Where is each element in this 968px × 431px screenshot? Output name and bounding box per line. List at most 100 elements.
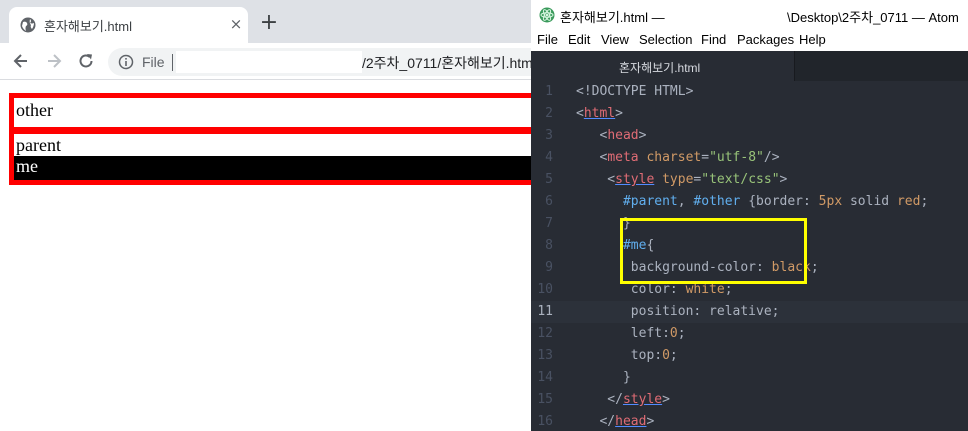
code-token: > — [662, 392, 670, 407]
browser-tab[interactable]: 혼자해보기.html × — [9, 7, 248, 43]
menu-selection[interactable]: Selection — [639, 32, 692, 47]
atom-title-bar: 혼자해보기.html — \Desktop\2주차_0711 — Atom — [531, 0, 968, 30]
tab-title: 혼자해보기.html — [44, 19, 132, 34]
line-number: 16 — [537, 414, 553, 429]
menu-help[interactable]: Help — [799, 32, 826, 47]
menu-file[interactable]: File — [537, 32, 558, 47]
page-viewport: other parent me — [0, 80, 531, 431]
code-text: <!DOCTYPE HTML> — [576, 81, 693, 103]
code-token: top: — [576, 348, 663, 363]
code-token: /> — [763, 150, 780, 165]
line-number: 8 — [545, 238, 553, 253]
code-line[interactable]: 3 <head> — [531, 125, 968, 147]
code-token: ; — [669, 348, 678, 363]
parent-text: parent — [16, 135, 61, 155]
code-token: 5px — [818, 194, 843, 209]
code-line[interactable]: 14 } — [531, 367, 968, 389]
tab-strip: 혼자해보기.html × + — [0, 0, 531, 43]
code-token: "text/css" — [701, 172, 780, 187]
code-token: style — [615, 172, 655, 187]
atom-title-file: 혼자해보기.html — — [560, 10, 665, 25]
reload-icon[interactable] — [76, 51, 96, 71]
other-text: other — [16, 100, 53, 120]
code-line[interactable]: 11 position: relative; — [531, 301, 968, 323]
code-token: head — [615, 414, 647, 429]
forward-arrow-icon[interactable] — [44, 51, 64, 71]
line-number: 13 — [537, 348, 553, 363]
back-arrow-icon[interactable] — [11, 51, 31, 71]
menu-edit[interactable]: Edit — [568, 32, 590, 47]
atom-window: 혼자해보기.html — \Desktop\2주차_0711 — Atom Fi… — [531, 0, 968, 431]
code-token: > — [646, 414, 655, 429]
url-redaction — [176, 51, 362, 73]
code-text: </head> — [576, 411, 654, 431]
code-line[interactable]: 1 <!DOCTYPE HTML> — [531, 81, 968, 103]
code-text: } — [576, 367, 631, 389]
menu-find[interactable]: Find — [701, 32, 726, 47]
code-token: {border: — [740, 194, 819, 209]
line-number: 6 — [545, 194, 553, 209]
code-token: "utf-8" — [709, 150, 764, 165]
code-text: <style type="text/css"> — [576, 169, 787, 191]
new-tab-button[interactable]: + — [259, 12, 279, 34]
me-text: me — [16, 156, 38, 176]
code-token: < — [576, 106, 584, 121]
line-number: 11 — [537, 304, 553, 319]
code-token: #parent — [622, 194, 678, 209]
atom-logo-icon — [539, 7, 555, 23]
line-number: 5 — [545, 172, 553, 187]
line-number: 15 — [537, 392, 553, 407]
code-line[interactable]: 16 </head> — [531, 411, 968, 431]
atom-tab-bar: 혼자해보기.html — [531, 51, 968, 81]
editor-tab-label: 혼자해보기.html — [619, 61, 701, 75]
atom-title-path: \Desktop\2주차_0711 — Atom — [787, 10, 959, 25]
globe-icon — [20, 17, 36, 33]
code-line[interactable]: 12 left:0; — [531, 323, 968, 345]
menu-view[interactable]: View — [601, 32, 629, 47]
code-token: position: relative; — [576, 304, 780, 319]
code-token: <!DOCTYPE HTML> — [576, 84, 694, 99]
url-separator — [172, 54, 173, 71]
code-token: ; — [677, 326, 686, 341]
code-line[interactable]: 6 #parent, #other {border: 5px solid red… — [531, 191, 968, 213]
code-token: #other — [693, 194, 741, 209]
code-token: red — [896, 194, 921, 209]
code-text: #parent, #other {border: 5px solid red; — [576, 191, 928, 213]
code-token: ; — [724, 282, 733, 297]
code-token: </ — [576, 392, 623, 407]
code-token: > — [615, 106, 623, 121]
line-number: 1 — [545, 84, 553, 99]
code-token: white — [685, 282, 725, 297]
code-token: 0 — [662, 348, 670, 363]
code-line[interactable]: 5 <style type="text/css"> — [531, 169, 968, 191]
code-token: head — [607, 128, 639, 143]
parent-div: parent me — [9, 129, 531, 185]
line-number: 10 — [537, 282, 553, 297]
info-icon[interactable] — [118, 54, 134, 70]
code-token: > — [638, 128, 647, 143]
code-token: < — [576, 150, 608, 165]
code-token: html — [583, 106, 616, 121]
code-token: charset — [646, 150, 702, 165]
address-bar[interactable]: File /2주차_0711/혼자해보기.html — [108, 48, 531, 76]
other-div: other — [9, 93, 531, 132]
code-line[interactable]: 2 <html> — [531, 103, 968, 125]
editor-tab[interactable]: 혼자해보기.html — [531, 51, 794, 81]
code-token: < — [576, 128, 608, 143]
code-line[interactable]: 15 </style> — [531, 389, 968, 411]
code-text: left:0; — [576, 323, 686, 345]
code-text: </style> — [576, 389, 670, 411]
code-text: <meta charset="utf-8"/> — [576, 147, 780, 169]
menu-packages[interactable]: Packages — [737, 32, 794, 47]
code-token: type — [662, 172, 694, 187]
code-line[interactable]: 13 top:0; — [531, 345, 968, 367]
code-line[interactable]: 4 <meta charset="utf-8"/> — [531, 147, 968, 169]
close-icon[interactable]: × — [228, 16, 244, 32]
code-text: <html> — [576, 103, 623, 125]
code-token: ; — [810, 260, 819, 275]
code-token: = — [701, 150, 710, 165]
line-number: 12 — [537, 326, 553, 341]
code-token: style — [622, 392, 663, 407]
